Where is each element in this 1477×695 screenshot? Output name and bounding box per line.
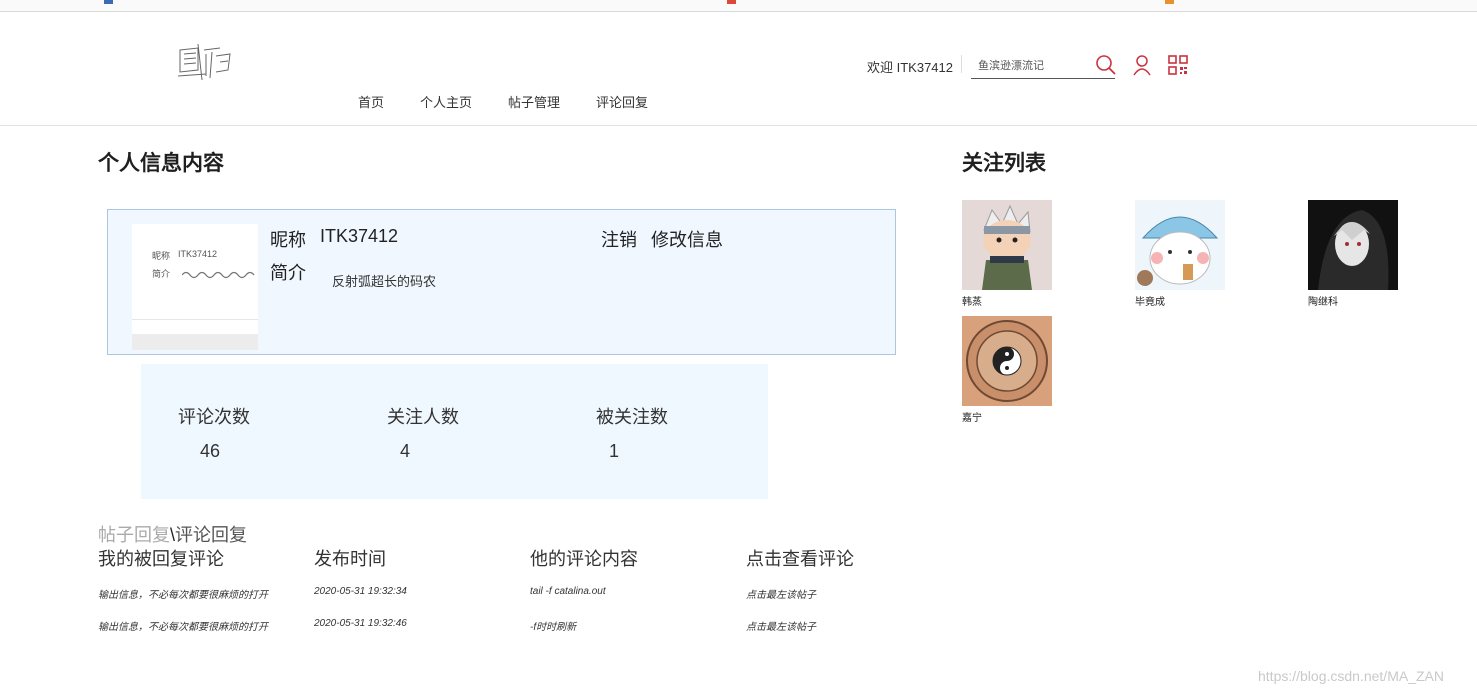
follow-item[interactable]: 毕竟成 bbox=[1135, 200, 1225, 308]
cell-my-comment: 输出信息，不必每次都要很麻烦的打开 bbox=[98, 622, 268, 633]
cell-their-comment: -f时时刷新 bbox=[530, 622, 577, 633]
card-divider bbox=[132, 319, 258, 320]
user-icon[interactable] bbox=[1131, 54, 1153, 76]
edit-info-link[interactable]: 修改信息 bbox=[651, 226, 723, 252]
col-header-their-comment: 他的评论内容 bbox=[530, 549, 638, 569]
bio-value: 反射弧超长的码农 bbox=[332, 274, 437, 289]
col-header-my-comment: 我的被回复评论 bbox=[98, 549, 224, 569]
card-nickname-value: ITK37412 bbox=[178, 249, 218, 259]
stat-comments-label: 评论次数 bbox=[178, 407, 250, 427]
profile-avatar[interactable]: 昵称 ITK37412 简介 bbox=[132, 224, 258, 350]
cell-view-link[interactable]: 点击最左该帖子 bbox=[746, 586, 816, 601]
stats-box: 评论次数 46 关注人数 4 被关注数 1 bbox=[141, 364, 768, 499]
search-input[interactable] bbox=[971, 53, 1115, 79]
col-header-time: 发布时间 bbox=[314, 549, 386, 569]
stat-following-value: 4 bbox=[400, 441, 411, 461]
header-divider bbox=[961, 55, 962, 73]
site-logo[interactable] bbox=[176, 40, 234, 82]
follow-list-title: 关注列表 bbox=[962, 152, 1046, 175]
welcome-text: 欢迎 ITK37412 bbox=[867, 60, 953, 75]
profile-section-title: 个人信息内容 bbox=[98, 152, 224, 175]
stat-following-label: 关注人数 bbox=[387, 407, 459, 427]
follow-name[interactable]: 韩蒸 bbox=[962, 293, 1052, 308]
follow-name[interactable]: 毕竟成 bbox=[1135, 293, 1225, 308]
browser-bookmarks-strip bbox=[0, 0, 1477, 12]
watermark: https://blog.csdn.net/MA_ZAN bbox=[1258, 668, 1444, 684]
nickname-value: ITK37412 bbox=[320, 226, 399, 246]
bio-label: 简介 bbox=[270, 263, 306, 283]
nav-profile[interactable]: 个人主页 bbox=[420, 92, 472, 111]
follow-avatar[interactable] bbox=[962, 316, 1052, 406]
nav-comment-replies[interactable]: 评论回复 bbox=[596, 92, 648, 111]
qrcode-icon[interactable] bbox=[1167, 54, 1189, 76]
nav-home[interactable]: 首页 bbox=[358, 92, 384, 111]
reply-tabs: 帖子回复\评论回复 bbox=[98, 521, 247, 547]
cell-view-link[interactable]: 点击最左该帖子 bbox=[746, 618, 816, 633]
follow-name[interactable]: 嘉宁 bbox=[962, 409, 1052, 424]
card-footer bbox=[132, 334, 258, 350]
follow-item[interactable]: 韩蒸 bbox=[962, 200, 1052, 308]
main-nav: 首页 个人主页 帖子管理 评论回复 bbox=[358, 92, 684, 111]
follow-item[interactable]: 嘉宁 bbox=[962, 316, 1052, 424]
cell-time: 2020-05-31 19:32:34 bbox=[314, 586, 407, 597]
follow-avatar[interactable] bbox=[1135, 200, 1225, 290]
cell-their-comment: tail -f catalina.out bbox=[530, 586, 606, 597]
card-scribble bbox=[182, 271, 255, 279]
follow-name[interactable]: 陶继科 bbox=[1308, 293, 1398, 308]
logout-link[interactable]: 注销 bbox=[601, 226, 637, 252]
card-nickname-label: 昵称 bbox=[152, 251, 171, 261]
search-icon[interactable] bbox=[1095, 54, 1117, 76]
nickname-label: 昵称 bbox=[270, 230, 306, 250]
follow-item[interactable]: 陶继科 bbox=[1308, 200, 1398, 308]
follow-avatar[interactable] bbox=[1308, 200, 1398, 290]
site-header: 首页 个人主页 帖子管理 评论回复 欢迎 ITK37412 bbox=[0, 12, 1477, 126]
tab-comment-reply[interactable]: 评论回复 bbox=[175, 525, 247, 545]
follow-avatar[interactable] bbox=[962, 200, 1052, 290]
profile-info-box: 昵称 ITK37412 简介 昵称 ITK37412 简介 反射弧超长的码农 注… bbox=[107, 209, 896, 355]
card-bio-label: 简介 bbox=[152, 269, 171, 279]
col-header-view: 点击查看评论 bbox=[746, 549, 854, 569]
cell-my-comment: 输出信息，不必每次都要很麻烦的打开 bbox=[98, 590, 268, 601]
stat-followers-value: 1 bbox=[609, 441, 620, 461]
cell-time: 2020-05-31 19:32:46 bbox=[314, 618, 407, 629]
tab-post-reply[interactable]: 帖子回复 bbox=[98, 525, 170, 545]
nav-post-management[interactable]: 帖子管理 bbox=[508, 92, 560, 111]
stat-followers-label: 被关注数 bbox=[596, 407, 668, 427]
stat-comments-value: 46 bbox=[200, 441, 221, 461]
